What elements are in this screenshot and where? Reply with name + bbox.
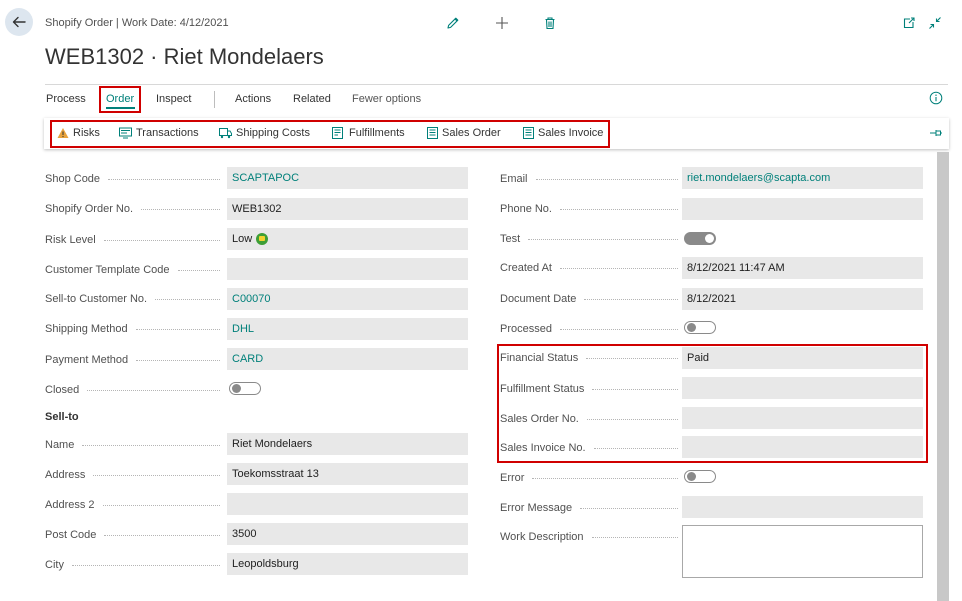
closed-toggle[interactable] (229, 382, 261, 395)
order-no-field[interactable]: WEB1302 (227, 198, 468, 220)
customer-template-field[interactable] (227, 258, 468, 280)
risk-level-value: Low (232, 233, 253, 245)
invoice-icon (523, 127, 534, 139)
fulfillments-icon (332, 127, 343, 139)
pin-button[interactable] (929, 127, 943, 142)
order-tab-highlight (99, 86, 141, 113)
fewer-options-button[interactable]: Fewer options (352, 93, 421, 105)
sales-invoice-button[interactable]: Sales Invoice (523, 127, 603, 139)
info-button[interactable] (929, 91, 943, 108)
shop-code-label: Shop Code (45, 168, 220, 190)
warning-icon (57, 128, 69, 138)
name-label: Name (45, 434, 220, 456)
document-date-field[interactable]: 8/12/2021 (682, 288, 923, 310)
document-icon (427, 127, 438, 139)
fulfillments-label: Fulfillments (349, 127, 405, 139)
status-fields-highlight (497, 344, 928, 463)
phone-label: Phone No. (500, 198, 678, 220)
email-field[interactable]: riet.mondelaers@scapta.com (682, 167, 923, 189)
shipping-method-label: Shipping Method (45, 318, 220, 340)
shop-code-field[interactable]: SCAPTAPOC (227, 167, 468, 189)
created-at-label: Created At (500, 257, 678, 279)
pencil-icon (447, 17, 459, 29)
scrollbar[interactable] (937, 152, 949, 601)
collapse-icon (929, 17, 941, 29)
risk-level-field[interactable]: Low (227, 228, 468, 250)
transactions-icon (119, 127, 132, 139)
edit-button[interactable] (444, 14, 462, 32)
tab-process[interactable]: Process (46, 93, 86, 105)
low-risk-icon (256, 233, 269, 245)
city-field[interactable]: Leopoldsburg (227, 553, 468, 575)
tab-inspect[interactable]: Inspect (156, 93, 191, 105)
error-label: Error (500, 467, 678, 489)
payment-method-field[interactable]: CARD (227, 348, 468, 370)
open-new-window-button[interactable] (900, 14, 918, 32)
sell-to-customer-no-field[interactable]: C00070 (227, 288, 468, 310)
back-button[interactable] (5, 8, 33, 36)
title-divider (45, 84, 948, 85)
work-description-label: Work Description (500, 526, 678, 548)
sales-invoice-label: Sales Invoice (538, 127, 604, 139)
shipping-costs-label: Shipping Costs (236, 127, 310, 139)
collapse-button[interactable] (926, 14, 944, 32)
shipping-costs-icon (219, 128, 232, 139)
delete-button[interactable] (541, 14, 559, 32)
test-toggle[interactable] (684, 232, 716, 245)
city-label: City (45, 554, 220, 576)
arrow-left-icon (12, 16, 26, 28)
sales-order-button[interactable]: Sales Order (427, 127, 501, 139)
info-icon (929, 91, 943, 105)
breadcrumb: Shopify Order | Work Date: 4/12/2021 (45, 17, 229, 29)
new-button[interactable] (493, 14, 511, 32)
test-label: Test (500, 228, 678, 250)
shipping-costs-button[interactable]: Shipping Costs (219, 127, 310, 139)
address2-label: Address 2 (45, 494, 220, 516)
page-title: WEB1302 · Riet Mondelaers (45, 44, 324, 69)
created-at-field[interactable]: 8/12/2021 11:47 AM (682, 257, 923, 279)
order-no-label: Shopify Order No. (45, 198, 220, 220)
address2-field[interactable] (227, 493, 468, 515)
post-code-field[interactable]: 3500 (227, 523, 468, 545)
risks-button[interactable]: Risks (57, 127, 100, 139)
processed-label: Processed (500, 318, 678, 340)
tabs-divider (214, 91, 215, 108)
risks-label: Risks (73, 127, 100, 139)
fulfillments-button[interactable]: Fulfillments (332, 127, 405, 139)
work-description-textarea[interactable] (682, 525, 923, 578)
address-field[interactable]: Toekomsstraat 13 (227, 463, 468, 485)
transactions-label: Transactions (136, 127, 199, 139)
sell-to-heading: Sell-to (45, 411, 79, 423)
payment-method-label: Payment Method (45, 349, 220, 371)
pin-icon (930, 130, 942, 136)
error-message-label: Error Message (500, 497, 678, 519)
error-toggle[interactable] (684, 470, 716, 483)
plus-icon (496, 17, 508, 29)
tab-related[interactable]: Related (293, 93, 331, 105)
processed-toggle[interactable] (684, 321, 716, 334)
tab-actions[interactable]: Actions (235, 93, 271, 105)
sales-order-label: Sales Order (442, 127, 501, 139)
customer-template-label: Customer Template Code (45, 259, 220, 281)
error-message-field[interactable] (682, 496, 923, 518)
document-date-label: Document Date (500, 288, 678, 310)
transactions-button[interactable]: Transactions (119, 127, 199, 139)
trash-icon (545, 17, 555, 30)
sell-to-customer-no-label: Sell-to Customer No. (45, 288, 220, 310)
name-field[interactable]: Riet Mondelaers (227, 433, 468, 455)
open-new-window-icon (903, 17, 915, 29)
email-label: Email (500, 168, 678, 190)
risk-level-label: Risk Level (45, 229, 220, 251)
address-label: Address (45, 464, 220, 486)
closed-label: Closed (45, 379, 220, 401)
shipping-method-field[interactable]: DHL (227, 318, 468, 340)
phone-field[interactable] (682, 198, 923, 220)
post-code-label: Post Code (45, 524, 220, 546)
